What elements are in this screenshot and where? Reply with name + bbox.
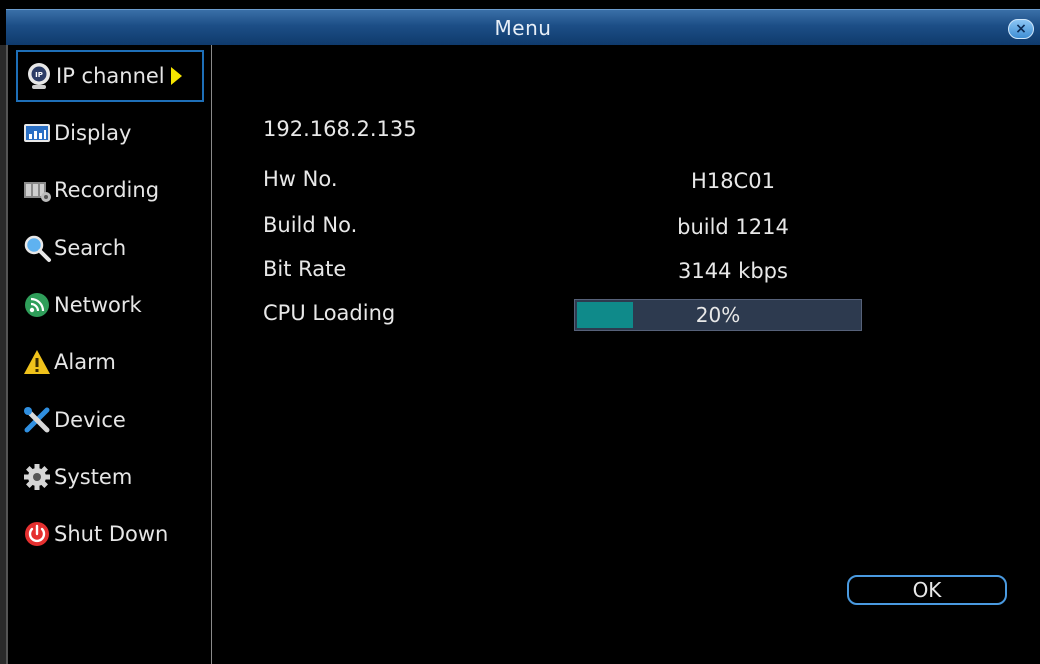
cpu-loading-bar: 20% bbox=[574, 299, 862, 331]
sidebar-item-display[interactable]: Display bbox=[16, 107, 204, 159]
ok-button[interactable]: OK bbox=[847, 575, 1007, 605]
title-bar: Menu × bbox=[6, 9, 1040, 45]
sidebar-item-network[interactable]: Network bbox=[16, 279, 204, 331]
sidebar-item-label: IP channel bbox=[56, 64, 165, 88]
power-icon bbox=[22, 519, 52, 549]
chevron-right-icon bbox=[170, 67, 182, 85]
sidebar-item-system[interactable]: System bbox=[16, 451, 204, 503]
hw-no-value: H18C01 bbox=[691, 169, 775, 193]
sidebar-item-label: Recording bbox=[54, 178, 160, 202]
alarm-icon bbox=[22, 347, 52, 377]
sidebar-item-recording[interactable]: Recording bbox=[16, 164, 204, 216]
window-title: Menu bbox=[494, 16, 552, 40]
hw-no-label: Hw No. bbox=[263, 167, 338, 191]
sidebar-item-shut-down[interactable]: Shut Down bbox=[16, 508, 204, 560]
sidebar-item-label: Display bbox=[54, 121, 132, 145]
bit-rate-label: Bit Rate bbox=[263, 257, 347, 281]
recording-icon bbox=[22, 175, 52, 205]
build-no-label: Build No. bbox=[263, 213, 358, 237]
display-icon bbox=[22, 118, 52, 148]
cpu-loading-text: 20% bbox=[695, 303, 741, 327]
search-icon bbox=[22, 233, 52, 263]
network-icon bbox=[22, 290, 52, 320]
ip-address: 192.168.2.135 bbox=[263, 117, 417, 141]
sidebar: IP IP channel Display Recording Search N… bbox=[6, 45, 212, 664]
system-icon bbox=[22, 462, 52, 492]
close-button[interactable]: × bbox=[1008, 19, 1034, 39]
build-no-value: build 1214 bbox=[677, 215, 789, 239]
sidebar-item-alarm[interactable]: Alarm bbox=[16, 336, 204, 388]
sidebar-item-ip-channel[interactable]: IP IP channel bbox=[16, 50, 204, 102]
cpu-loading-label: CPU Loading bbox=[263, 301, 396, 325]
svg-text:IP: IP bbox=[35, 71, 43, 79]
sidebar-item-label: Shut Down bbox=[54, 522, 169, 546]
bit-rate-value: 3144 kbps bbox=[678, 259, 788, 283]
sidebar-item-label: Search bbox=[54, 236, 127, 260]
sidebar-item-device[interactable]: Device bbox=[16, 394, 204, 446]
ip-camera-icon: IP bbox=[24, 61, 54, 91]
menu-window: Menu × IP IP channel Display Recording S… bbox=[0, 0, 1040, 664]
ip-channel-panel: 192.168.2.135 Hw No. H18C01 Build No. bu… bbox=[213, 45, 1040, 664]
sidebar-item-label: Network bbox=[54, 293, 142, 317]
device-icon bbox=[22, 405, 52, 435]
sidebar-item-label: Alarm bbox=[54, 350, 116, 374]
sidebar-item-label: Device bbox=[54, 408, 126, 432]
sidebar-item-search[interactable]: Search bbox=[16, 222, 204, 274]
sidebar-item-label: System bbox=[54, 465, 133, 489]
